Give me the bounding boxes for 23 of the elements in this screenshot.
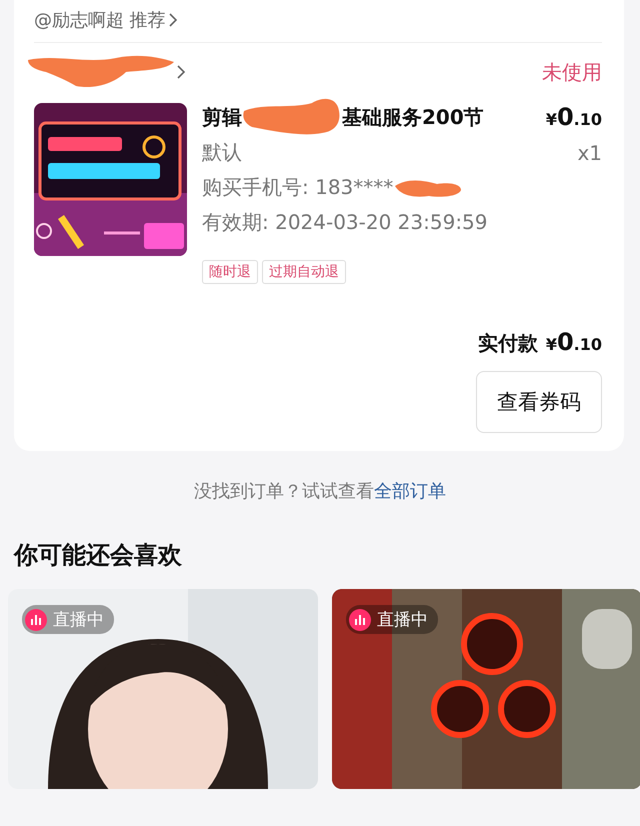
validity-text: 有效期: 2024-03-20 23:59:59 [202,209,489,236]
section-title: 你可能还会喜欢 [14,540,183,571]
product-title: 基础服务200节 [342,104,484,130]
quantity-text: x1 [577,140,602,164]
product-spec: 默认 [202,139,242,166]
chevron-icon [168,12,178,28]
refund-tag: 过期自动退 [262,260,346,284]
total-label: 实付款 [478,330,538,357]
product-title: 剪辑 [202,104,242,130]
live-icon [349,608,371,630]
live-icon [25,608,47,630]
refund-tag: 随时退 [202,260,258,284]
view-code-button[interactable]: 查看券码 [476,371,602,433]
chevron-icon[interactable] [176,64,186,80]
order-status: 未使用 [542,58,602,86]
all-orders-link[interactable]: 全部订单 [374,481,446,502]
live-text: 直播中 [53,609,104,631]
live-text: 直播中 [377,609,428,631]
unit-price: ¥0.10 [546,103,602,131]
recommend-link[interactable]: @励志啊超 推荐 [34,8,178,32]
hint-text: 没找到订单？试试查看 [194,481,374,502]
phone-text: 购买手机号: 183**** [202,174,394,201]
total-price: ¥0.10 [546,328,602,356]
